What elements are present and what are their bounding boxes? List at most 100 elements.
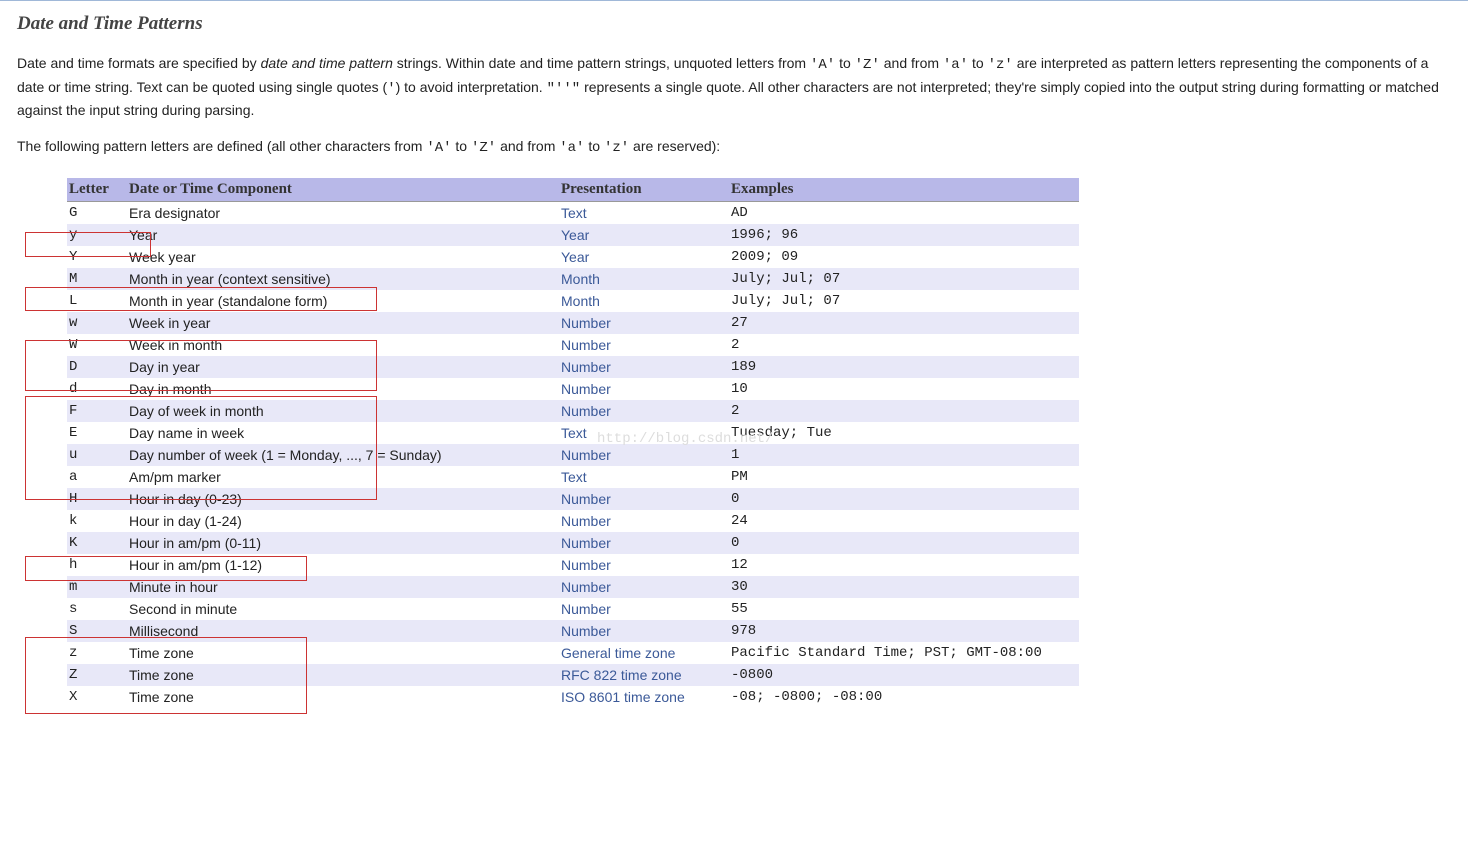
cell-presentation: Number: [559, 356, 729, 378]
table-row: GEra designatorTextAD: [67, 201, 1079, 224]
code-literal: 'z': [604, 140, 629, 156]
text: strings. Within date and time pattern st…: [393, 55, 810, 71]
text: to: [968, 55, 987, 71]
text: to: [452, 138, 471, 154]
cell-examples: July; Jul; 07: [729, 268, 1079, 290]
cell-examples: 12: [729, 554, 1079, 576]
cell-letter: w: [67, 312, 127, 334]
pattern-table: Letter Date or Time Component Presentati…: [67, 178, 1079, 708]
cell-presentation: Year: [559, 246, 729, 268]
table-body: GEra designatorTextADyYearYear1996; 96YW…: [67, 201, 1079, 708]
presentation-link[interactable]: Number: [561, 579, 611, 595]
cell-component: Day in month: [127, 378, 559, 400]
presentation-link[interactable]: Number: [561, 403, 611, 419]
code-literal: 'a': [559, 140, 584, 156]
code-literal: 'Z': [855, 57, 880, 73]
code-literal: 'z': [988, 57, 1013, 73]
presentation-link[interactable]: Number: [561, 513, 611, 529]
cell-letter: X: [67, 686, 127, 708]
presentation-link[interactable]: Number: [561, 447, 611, 463]
cell-letter: Z: [67, 664, 127, 686]
table-container: Letter Date or Time Component Presentati…: [17, 178, 1451, 708]
cell-component: Am/pm marker: [127, 466, 559, 488]
table-row: dDay in monthNumber10: [67, 378, 1079, 400]
presentation-link[interactable]: Number: [561, 381, 611, 397]
presentation-link[interactable]: Number: [561, 337, 611, 353]
cell-component: Week in month: [127, 334, 559, 356]
cell-presentation: Month: [559, 268, 729, 290]
cell-component: Day in year: [127, 356, 559, 378]
presentation-link[interactable]: Number: [561, 623, 611, 639]
presentation-link[interactable]: Year: [561, 227, 589, 243]
table-row: SMillisecondNumber978: [67, 620, 1079, 642]
emphasis: date and time pattern: [261, 55, 393, 71]
presentation-link[interactable]: Text: [561, 205, 587, 221]
presentation-link[interactable]: Number: [561, 535, 611, 551]
presentation-link[interactable]: Number: [561, 557, 611, 573]
presentation-link[interactable]: Number: [561, 315, 611, 331]
presentation-link[interactable]: RFC 822 time zone: [561, 667, 682, 683]
cell-component: Month in year (context sensitive): [127, 268, 559, 290]
cell-examples: 55: [729, 598, 1079, 620]
intro-paragraph-1: Date and time formats are specified by d…: [17, 53, 1451, 122]
cell-examples: -0800: [729, 664, 1079, 686]
cell-examples: 27: [729, 312, 1079, 334]
cell-component: Day of week in month: [127, 400, 559, 422]
th-component: Date or Time Component: [127, 178, 559, 202]
cell-presentation: Text: [559, 422, 729, 444]
cell-letter: L: [67, 290, 127, 312]
cell-examples: AD: [729, 201, 1079, 224]
th-examples: Examples: [729, 178, 1079, 202]
cell-examples: 1996; 96: [729, 224, 1079, 246]
cell-letter: D: [67, 356, 127, 378]
cell-examples: 978: [729, 620, 1079, 642]
presentation-link[interactable]: Text: [561, 469, 587, 485]
th-presentation: Presentation: [559, 178, 729, 202]
cell-letter: K: [67, 532, 127, 554]
table-row: uDay number of week (1 = Monday, ..., 7 …: [67, 444, 1079, 466]
cell-presentation: RFC 822 time zone: [559, 664, 729, 686]
cell-letter: y: [67, 224, 127, 246]
th-letter: Letter: [67, 178, 127, 202]
cell-letter: z: [67, 642, 127, 664]
cell-examples: 2: [729, 400, 1079, 422]
table-row: LMonth in year (standalone form)MonthJul…: [67, 290, 1079, 312]
cell-examples: 0: [729, 488, 1079, 510]
cell-letter: u: [67, 444, 127, 466]
presentation-link[interactable]: Month: [561, 271, 600, 287]
cell-presentation: ISO 8601 time zone: [559, 686, 729, 708]
presentation-link[interactable]: General time zone: [561, 645, 675, 661]
presentation-link[interactable]: Month: [561, 293, 600, 309]
code-literal: 'Z': [471, 140, 496, 156]
presentation-link[interactable]: Year: [561, 249, 589, 265]
cell-component: Time zone: [127, 664, 559, 686]
table-row: zTime zoneGeneral time zone Pacific Stand…: [67, 642, 1079, 664]
cell-presentation: Number: [559, 488, 729, 510]
table-row: KHour in am/pm (0-11)Number0: [67, 532, 1079, 554]
cell-examples: 10: [729, 378, 1079, 400]
cell-examples: 24: [729, 510, 1079, 532]
cell-letter: H: [67, 488, 127, 510]
cell-presentation: Text: [559, 201, 729, 224]
presentation-link[interactable]: Number: [561, 601, 611, 617]
cell-letter: h: [67, 554, 127, 576]
presentation-link[interactable]: ISO 8601 time zone: [561, 689, 685, 705]
table-row: FDay of week in monthNumber2: [67, 400, 1079, 422]
presentation-link[interactable]: Number: [561, 491, 611, 507]
cell-component: Era designator: [127, 201, 559, 224]
table-row: wWeek in yearNumber27: [67, 312, 1079, 334]
presentation-link[interactable]: Number: [561, 359, 611, 375]
cell-presentation: Number: [559, 598, 729, 620]
cell-presentation: Number: [559, 444, 729, 466]
table-row: YWeek yearYear2009; 09: [67, 246, 1079, 268]
cell-examples: Pacific Standard Time; PST; GMT-08:00: [729, 642, 1079, 664]
cell-presentation: Number: [559, 532, 729, 554]
cell-presentation: Year: [559, 224, 729, 246]
presentation-link[interactable]: Text: [561, 425, 587, 441]
table-row: kHour in day (1-24)Number24: [67, 510, 1079, 532]
cell-letter: S: [67, 620, 127, 642]
cell-presentation: General time zone: [559, 642, 729, 664]
text: ) to avoid interpretation.: [396, 79, 547, 95]
cell-component: Time zone: [127, 642, 559, 664]
cell-examples: 1: [729, 444, 1079, 466]
